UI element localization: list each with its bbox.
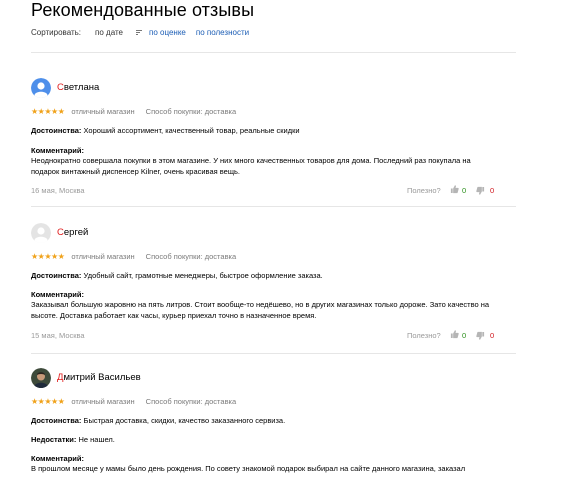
cons-label: Недостатки: <box>31 435 77 444</box>
useful-label: Полезно? <box>407 186 441 195</box>
pros-text: Хороший ассортимент, качественный товар,… <box>83 126 300 135</box>
pros-text: Удобный сайт, грамотные менеджеры, быстр… <box>83 271 323 280</box>
useful-down-count: 0 <box>490 331 495 340</box>
review-card: Дмитрий Васильев ★★★★★ отличный магазин … <box>31 368 501 473</box>
sort-by-rating[interactable]: по оценке <box>149 28 186 37</box>
cons-text: Не нашел. <box>78 435 115 444</box>
divider <box>31 206 516 207</box>
review-meta: ★★★★★ отличный магазин Способ покупки: д… <box>31 107 236 116</box>
purchase-method: Способ покупки: доставка <box>145 397 237 406</box>
review-meta: ★★★★★ отличный магазин Способ покупки: д… <box>31 252 236 261</box>
review-date: 16 мая, Москва <box>31 186 85 195</box>
rating-stars: ★★★★★ <box>31 397 65 406</box>
rating-stars: ★★★★★ <box>31 252 65 261</box>
review-pros: Достоинства: Хороший ассортимент, качест… <box>31 126 501 137</box>
review-comment-label: Комментарий: <box>31 454 85 463</box>
sort-by-usefulness[interactable]: по полезности <box>196 28 249 37</box>
rating-text: отличный магазин <box>71 252 135 261</box>
review-comment-text: Неоднократно совершала покупки в этом ма… <box>31 156 471 176</box>
review-author: Светлана <box>31 78 501 104</box>
pros-label: Достоинства: <box>31 126 82 135</box>
rating-text: отличный магазин <box>71 107 135 116</box>
thumb-up-icon[interactable] <box>450 184 459 194</box>
purchase-method: Способ покупки: доставка <box>145 252 237 261</box>
sort-label: Сортировать: <box>31 28 82 37</box>
sort-bar: Сортировать: по дате по оценке по полезн… <box>31 28 259 37</box>
review-comment-text: В прошлом месяце у мамы было день рожден… <box>31 464 466 473</box>
purchase-method: Способ покупки: доставка <box>145 107 237 116</box>
page-title: Рекомендованные отзывы <box>31 0 255 20</box>
useful-down-count: 0 <box>490 186 495 195</box>
pros-text: Быстрая доставка, скидки, качество заказ… <box>83 416 286 425</box>
pros-label: Достоинства: <box>31 271 82 280</box>
review-author: Сергей <box>31 223 501 249</box>
review-comment-label: Комментарий: <box>31 146 85 155</box>
rating-stars: ★★★★★ <box>31 107 65 116</box>
thumb-up-icon[interactable] <box>450 329 459 339</box>
rating-text: отличный магазин <box>71 397 135 406</box>
review-card: Сергей ★★★★★ отличный магазин Способ пок… <box>31 223 501 340</box>
thumb-down-icon[interactable] <box>476 186 485 196</box>
divider <box>31 52 516 53</box>
review-card: Светлана ★★★★★ отличный магазин Способ п… <box>31 78 501 195</box>
divider <box>31 353 516 354</box>
author-name[interactable]: Дмитрий Васильев <box>57 372 141 383</box>
sort-by-date[interactable]: по дате <box>95 28 123 37</box>
user-photo-avatar-icon <box>31 368 51 388</box>
sort-descending-icon[interactable] <box>136 29 142 36</box>
useful-up-count: 0 <box>462 331 467 340</box>
default-avatar-gray-icon <box>31 223 51 243</box>
review-comment-label: Комментарий: <box>31 290 85 299</box>
review-pros: Достоинства: Быстрая доставка, скидки, к… <box>31 416 501 427</box>
review-author: Дмитрий Васильев <box>31 368 501 394</box>
review-cons: Недостатки: Не нашел. <box>31 435 501 446</box>
default-avatar-blue-icon <box>31 78 51 98</box>
review-meta: ★★★★★ отличный магазин Способ покупки: д… <box>31 397 236 406</box>
useful-label: Полезно? <box>407 331 441 340</box>
author-name[interactable]: Светлана <box>57 82 99 93</box>
review-pros: Достоинства: Удобный сайт, грамотные мен… <box>31 271 501 282</box>
useful-up-count: 0 <box>462 186 467 195</box>
review-date: 15 мая, Москва <box>31 331 85 340</box>
pros-label: Достоинства: <box>31 416 82 425</box>
review-comment-text: Заказывал большую жаровню на пять литров… <box>31 300 490 320</box>
thumb-down-icon[interactable] <box>476 331 485 341</box>
author-name[interactable]: Сергей <box>57 227 88 238</box>
